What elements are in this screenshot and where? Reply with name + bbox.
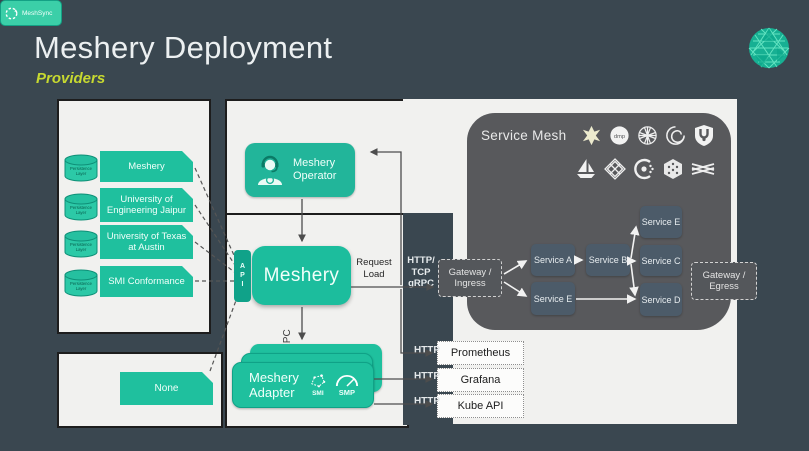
remote-item-meshery: Meshery <box>100 151 193 182</box>
api-tab: API <box>234 250 251 302</box>
consul-mesh-logo-icon <box>632 157 656 181</box>
smi-logo: SMI <box>309 373 327 397</box>
service-e-left-box: Service E <box>531 282 575 315</box>
meshery-logo-icon <box>747 26 791 70</box>
local-provider-none-box: None <box>120 372 213 405</box>
weave-cube-mesh-logo-icon <box>603 157 627 181</box>
kube-api-box: Kube API <box>437 394 524 418</box>
remote-item-univ-jaipur: University of Engineering Jaipur <box>100 188 193 222</box>
operator-label-line1: Meshery <box>293 157 336 170</box>
meshery-main-box: Meshery <box>252 246 351 305</box>
persistence-db-icon: Persistence Layer <box>62 229 100 259</box>
slide: Meshery Deployment Providers Remote Prov… <box>0 0 809 451</box>
request-load-label: Request Load <box>352 257 396 281</box>
prometheus-box: Prometheus <box>437 341 524 365</box>
hexagon-mesh-logo-icon <box>661 157 685 181</box>
adapter-label-line1: Meshery <box>249 370 299 385</box>
remote-item-smi-conformance: SMI Conformance <box>100 266 193 297</box>
http-tcp-grpc-label: HTTP/ TCP gRPC <box>404 255 438 290</box>
mesh-logo-row-1: dmp <box>574 121 716 149</box>
remote-item-univ-texas: University of Texas at Austin <box>100 225 193 259</box>
gateway-ingress-box: Gateway / Ingress <box>438 259 502 297</box>
smp-gauge-icon <box>335 374 359 387</box>
web-globe-mesh-logo-icon <box>636 124 659 147</box>
adapter-label-line2: Adapter <box>249 385 299 400</box>
meshsync-chip: MeshSync <box>0 0 62 26</box>
page-subtitle: Providers <box>36 70 105 87</box>
disc-logo-text: dmp <box>614 133 625 139</box>
persistence-db-icon: Persistence Layer <box>62 268 100 298</box>
http-label-prometheus: HTTP <box>405 345 449 356</box>
grafana-box: Grafana <box>437 368 524 392</box>
smp-logo: SMP <box>335 374 359 397</box>
meshery-operator-box: Meshery Operator <box>245 143 355 197</box>
http-label-kube-api: HTTP <box>405 396 449 407</box>
svg-text:Layer: Layer <box>76 210 87 215</box>
swirl-mesh-logo-icon <box>664 124 687 147</box>
shield-mesh-logo-icon <box>692 123 716 147</box>
service-e-top-box: Service E <box>640 206 682 238</box>
burst-mesh-logo-icon <box>580 124 603 147</box>
meshsync-label: MeshSync <box>22 10 52 17</box>
service-d-box: Service D <box>640 283 682 316</box>
service-c-box: Service C <box>640 245 682 276</box>
gateway-egress-box: Gateway / Egress <box>691 262 757 300</box>
svg-text:Layer: Layer <box>76 171 87 176</box>
service-mesh-title: Service Mesh <box>481 128 566 143</box>
http-label-grafana: HTTP <box>405 371 449 382</box>
operator-headset-icon <box>253 154 287 186</box>
disc-mesh-logo-icon: dmp <box>608 124 631 147</box>
svg-text:Layer: Layer <box>76 286 87 291</box>
svg-text:Layer: Layer <box>76 247 87 252</box>
page-title: Meshery Deployment <box>34 30 332 66</box>
operator-label-line2: Operator <box>293 170 336 183</box>
meshery-adapter-box: Meshery Adapter SMI SMP <box>232 362 374 408</box>
persistence-db-icon: Persistence Layer <box>62 192 100 222</box>
smi-cube-icon <box>309 373 327 389</box>
mesh-logo-row-2 <box>574 155 716 183</box>
cross-weave-mesh-logo-icon <box>690 157 716 181</box>
persistence-db-icon: Persistence Layer <box>62 153 100 183</box>
service-b-box: Service B <box>586 244 630 276</box>
service-a-box: Service A <box>531 244 575 276</box>
istio-sailboat-logo-icon <box>574 157 598 181</box>
sync-arrows-icon <box>4 6 19 21</box>
